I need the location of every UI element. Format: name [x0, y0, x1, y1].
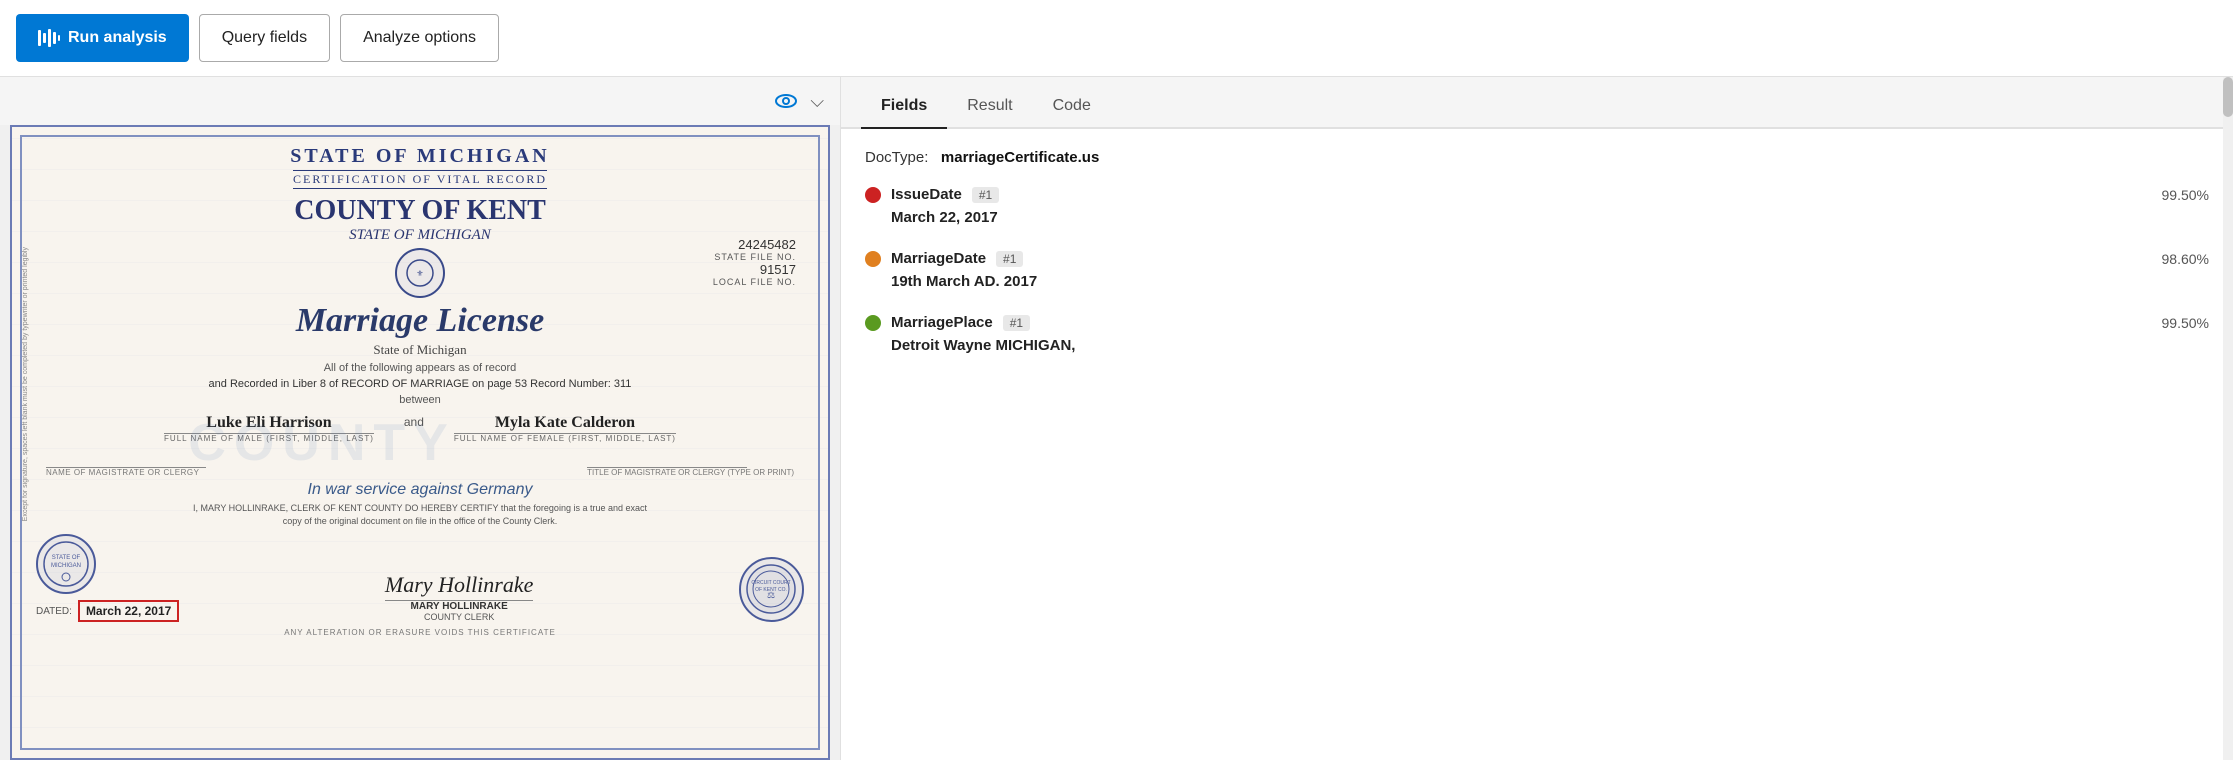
doc-toolbar: ⌵	[0, 77, 840, 125]
marriage-date-pct: 98.60%	[2162, 251, 2209, 267]
tabs-row: Fields Result Code	[841, 77, 2233, 129]
tab-result[interactable]: Result	[947, 85, 1032, 129]
field-marriage-place: MarriagePlace #1 99.50% Detroit Wayne MI…	[865, 314, 2209, 354]
svg-text:STATE OF: STATE OF	[52, 555, 81, 561]
cert-file-nums: 24245482 STATE FILE NO. 91517 LOCAL FILE…	[713, 237, 796, 287]
cert-dated-label: DATED:	[36, 606, 72, 617]
issue-date-badge: #1	[972, 187, 999, 203]
cert-title: Marriage License	[36, 302, 804, 340]
field-marriage-date-left: MarriageDate #1	[865, 250, 1023, 267]
cert-date-value: March 22, 2017	[78, 600, 179, 622]
cert-groom-block: Luke Eli Harrison FULL NAME OF MALE (FIR…	[164, 414, 374, 443]
cert-state-of: STATE OF MICHIGAN	[36, 227, 804, 244]
certificate: Except for signature, spaces left blank …	[10, 125, 830, 760]
run-icon	[38, 29, 60, 47]
cert-right-seal: CIRCUIT COURT OF KENT CO. ⚖	[739, 557, 804, 622]
marriage-place-dot	[865, 315, 881, 331]
cert-groom-name: Luke Eli Harrison	[164, 414, 374, 432]
field-issue-date-header: IssueDate #1 99.50%	[865, 186, 2209, 203]
run-analysis-button[interactable]: Run analysis	[16, 14, 189, 62]
scrollbar-thumb[interactable]	[2223, 77, 2233, 117]
field-marriage-date: MarriageDate #1 98.60% 19th March AD. 20…	[865, 250, 2209, 290]
cert-bride-label: FULL NAME OF FEMALE (FIRST, MIDDLE, LAST…	[454, 433, 676, 443]
circuit-court-seal-icon: CIRCUIT COURT OF KENT CO. ⚖	[744, 562, 799, 617]
cert-top-seal: ⚜	[395, 248, 445, 298]
field-marriage-place-left: MarriagePlace #1	[865, 314, 1030, 331]
fields-content: DocType: marriageCertificate.us IssueDat…	[841, 129, 2233, 760]
cert-dated-row: DATED: March 22, 2017	[36, 600, 179, 622]
cert-side-text: Except for signature, spaces left blank …	[22, 247, 34, 521]
marriage-place-value: Detroit Wayne MICHIGAN,	[865, 337, 2209, 354]
marriage-place-name: MarriagePlace	[891, 314, 993, 331]
michigan-seal-icon: ⚜	[405, 258, 435, 288]
cert-body-text1: All of the following appears as of recor…	[46, 362, 794, 374]
document-panel: ⌵ Except for signature, spaces left blan…	[0, 77, 840, 760]
state-seal-icon: STATE OF MICHIGAN	[41, 539, 91, 589]
marriage-place-badge: #1	[1003, 315, 1030, 331]
tab-code[interactable]: Code	[1033, 85, 1111, 129]
cert-between: between	[46, 394, 794, 406]
cert-magistrate-row: NAME OF MAGISTRATE OR CLERGY TITLE OF MA…	[46, 451, 794, 477]
query-fields-button[interactable]: Query fields	[199, 14, 330, 62]
cert-magistrate-label: NAME OF MAGISTRATE OR CLERGY	[46, 468, 206, 477]
cert-record-line: and Recorded in Liber 8 of RECORD OF MAR…	[46, 378, 794, 390]
marriage-date-badge: #1	[996, 251, 1023, 267]
chevron-down-icon[interactable]: ⌵	[810, 91, 824, 112]
analyze-options-button[interactable]: Analyze options	[340, 14, 499, 62]
eye-icon	[774, 89, 798, 113]
cert-body: All of the following appears as of recor…	[36, 362, 804, 526]
cert-war-text: In war service against Germany	[46, 481, 794, 499]
svg-text:CIRCUIT COURT: CIRCUIT COURT	[751, 580, 790, 586]
eye-button[interactable]	[770, 85, 802, 117]
cert-names-row: Luke Eli Harrison FULL NAME OF MALE (FIR…	[46, 414, 794, 443]
svg-text:⚖: ⚖	[767, 590, 775, 600]
svg-text:MICHIGAN: MICHIGAN	[51, 563, 81, 569]
cert-local-file-label: LOCAL FILE NO.	[713, 277, 796, 287]
marriage-date-name: MarriageDate	[891, 250, 986, 267]
main-area: ⌵ Except for signature, spaces left blan…	[0, 77, 2233, 760]
issue-date-value: March 22, 2017	[865, 209, 2209, 226]
field-issue-date: IssueDate #1 99.50% March 22, 2017	[865, 186, 2209, 226]
marriage-date-value: 19th March AD. 2017	[865, 273, 2209, 290]
cert-state-file-num: 24245482	[713, 237, 796, 252]
right-panel: Fields Result Code DocType: marriageCert…	[840, 77, 2233, 760]
cert-certify-text2: copy of the original document on file in…	[46, 516, 794, 526]
issue-date-dot	[865, 187, 881, 203]
cert-groom-label: FULL NAME OF MALE (FIRST, MIDDLE, LAST)	[164, 433, 374, 443]
cert-signer-name: MARY HOLLINRAKE	[385, 601, 533, 612]
cert-state-file-label: STATE FILE NO.	[713, 252, 796, 262]
marriage-date-dot	[865, 251, 881, 267]
cert-county: COUNTY OF KENT	[36, 195, 804, 227]
field-marriage-place-header: MarriagePlace #1 99.50%	[865, 314, 2209, 331]
scrollbar-track[interactable]	[2223, 77, 2233, 760]
marriage-place-pct: 99.50%	[2162, 315, 2209, 331]
cert-header: STATE OF MICHIGAN CERTIFICATION OF VITAL…	[36, 145, 804, 189]
doctype-row: DocType: marriageCertificate.us	[865, 149, 2209, 166]
field-marriage-date-header: MarriageDate #1 98.60%	[865, 250, 2209, 267]
svg-text:⚜: ⚜	[416, 269, 423, 278]
toolbar: Run analysis Query fields Analyze option…	[0, 0, 2233, 77]
cert-state-line: State of Michigan	[36, 342, 804, 358]
doctype-label: DocType:	[865, 149, 928, 166]
tab-fields[interactable]: Fields	[861, 85, 947, 129]
cert-bride-name: Myla Kate Calderon	[454, 414, 676, 432]
field-issue-date-left: IssueDate #1	[865, 186, 999, 203]
cert-title-label: TITLE OF MAGISTRATE OR CLERGY (TYPE OR P…	[587, 468, 794, 477]
issue-date-pct: 99.50%	[2162, 187, 2209, 203]
cert-bottom-row: STATE OF MICHIGAN DATED: March 22, 2017 …	[36, 534, 804, 622]
cert-local-file-num: 91517	[713, 262, 796, 277]
cert-signature: Mary Hollinrake	[385, 572, 533, 598]
cert-left-seal: STATE OF MICHIGAN	[36, 534, 96, 594]
cert-bride-block: Myla Kate Calderon FULL NAME OF FEMALE (…	[454, 414, 676, 443]
doctype-value: marriageCertificate.us	[941, 149, 1099, 166]
cert-and: and	[404, 415, 424, 429]
cert-seal-row: ⚜	[36, 248, 804, 298]
cert-footer-text: ANY ALTERATION OR ERASURE VOIDS THIS CER…	[36, 628, 804, 637]
cert-signer-title: COUNTY CLERK	[385, 612, 533, 622]
cert-sub-title: CERTIFICATION OF VITAL RECORD	[293, 170, 547, 189]
cert-signature-block: Mary Hollinrake MARY HOLLINRAKE COUNTY C…	[385, 572, 533, 622]
issue-date-name: IssueDate	[891, 186, 962, 203]
cert-certify-text1: I, MARY HOLLINRAKE, CLERK OF KENT COUNTY…	[46, 503, 794, 513]
cert-state-title: STATE OF MICHIGAN	[36, 145, 804, 168]
